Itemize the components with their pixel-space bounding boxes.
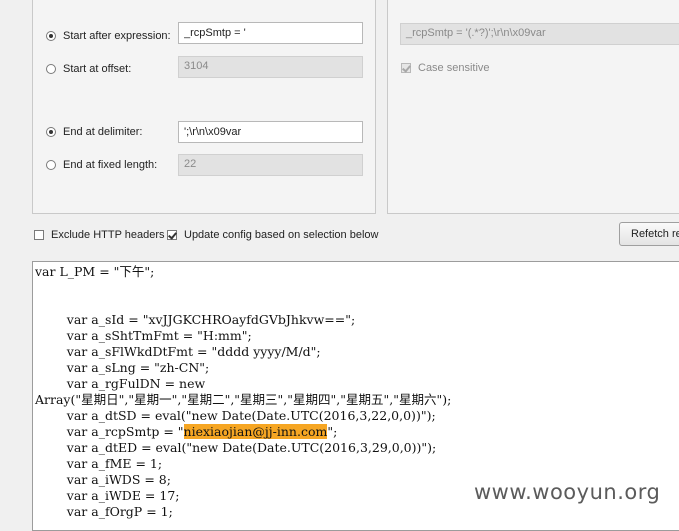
end-fixed-length-radio[interactable] [46,160,56,170]
end-delimiter-radio[interactable] [46,127,56,137]
start-offset-label: Start at offset: [63,63,132,75]
case-sensitive-option[interactable]: Case sensitive [401,62,490,74]
code-line: var a_iWDE = 17; [35,488,180,503]
end-fixed-length-input[interactable]: 22 [178,154,363,176]
end-delimiter-label: End at delimiter: [63,126,143,138]
code-line: Array("星期日","星期一","星期二","星期三","星期四","星期五… [35,392,452,407]
code-line-rcp-smtp: var a_rcpSmtp = "niexiaojian@jj-inn.com"… [35,424,337,440]
code-line: var a_dtED = eval("new Date(Date.UTC(201… [35,440,437,455]
code-line: var a_sId = "xvJJGKCHROayfdGVbJhkvw=="; [35,312,356,327]
exclude-headers-option[interactable]: Exclude HTTP headers [34,229,165,241]
highlighted-selection[interactable]: niexiaojian@jj-inn.com [183,424,328,439]
exclude-headers-checkbox[interactable] [34,230,44,240]
exclude-headers-label: Exclude HTTP headers [51,229,165,241]
start-after-option[interactable]: Start after expression: [46,30,171,42]
start-offset-option[interactable]: Start at offset: [46,63,131,75]
code-line: var a_dtSD = eval("new Date(Date.UTC(201… [35,408,436,423]
start-offset-input[interactable]: 3104 [178,56,363,78]
case-sensitive-checkbox[interactable] [401,63,411,73]
code-line: var a_sFlWkdDtFmt = "dddd yyyy/M/d"; [35,344,321,359]
code-line: var L_PM = "下午"; [35,264,155,279]
start-after-input[interactable] [178,22,363,44]
update-config-option[interactable]: Update config based on selection below [167,229,378,241]
regex-input[interactable]: _rcpSmtp = '(.*?)';\r\n\x09var [400,23,679,45]
watermark: www.wooyun.org [474,480,661,504]
end-delimiter-option[interactable]: End at delimiter: [46,126,142,138]
end-fixed-length-option[interactable]: End at fixed length: [46,159,157,171]
code-line: var a_sLng = "zh-CN"; [35,360,210,375]
code-line: var a_fME = 1; [35,456,163,471]
end-fixed-length-label: End at fixed length: [63,159,158,171]
start-after-label: Start after expression: [63,30,171,42]
start-after-radio[interactable] [46,31,56,41]
code-prefix: var a_rcpSmtp = " [35,424,184,439]
case-sensitive-label: Case sensitive [418,62,490,74]
code-line: var a_iWDS = 8; [35,472,171,487]
refetch-button[interactable]: Refetch response [619,222,679,246]
code-line: var a_fOrgP = 1; [35,504,173,519]
end-delimiter-input[interactable] [178,121,363,143]
code-line: var a_sShtTmFmt = "H:mm"; [35,328,252,343]
update-config-label: Update config based on selection below [184,229,379,241]
code-line: var a_rgFulDN = new [35,376,206,391]
start-offset-radio[interactable] [46,64,56,74]
code-suffix: "; [327,424,338,439]
update-config-checkbox[interactable] [167,230,177,240]
